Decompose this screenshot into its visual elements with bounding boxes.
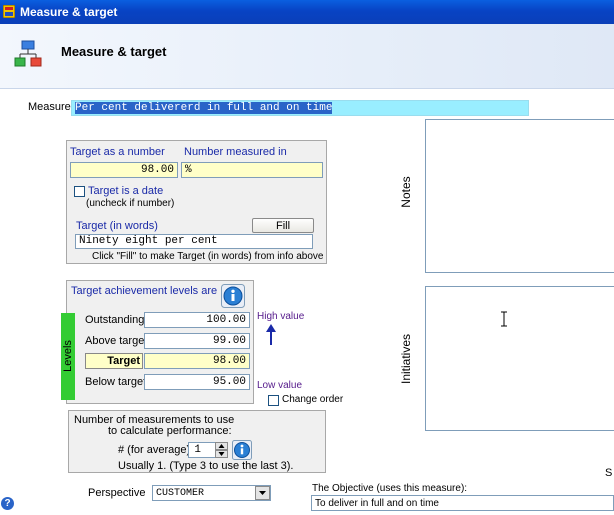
chevron-down-icon[interactable]	[255, 486, 270, 500]
level-below-label: Below target	[85, 376, 147, 388]
initiatives-label: Initiatives	[399, 333, 413, 385]
text-cursor-icon	[501, 311, 507, 327]
target-is-date-label: Target is a date	[88, 185, 164, 197]
perspective-label: Perspective	[88, 487, 146, 499]
fill-hint: Click "Fill" to make Target (in words) f…	[92, 251, 324, 262]
change-order-label: Change order	[282, 394, 344, 405]
level-outstanding-label: Outstanding	[85, 314, 145, 326]
page-title: Measure & target	[61, 44, 167, 59]
org-chart-icon	[14, 40, 42, 67]
help-button[interactable]: ?	[1, 497, 14, 510]
notes-textarea[interactable]	[425, 119, 614, 273]
level-target-input[interactable]: 98.00	[144, 353, 250, 369]
perspective-select[interactable]: CUSTOMER	[152, 485, 271, 501]
levels-tab-label: Levels	[62, 340, 74, 372]
measured-in-label: Number measured in	[184, 146, 287, 158]
avg-input[interactable]: 1	[188, 442, 218, 458]
app-icon	[3, 5, 15, 18]
target-words-input[interactable]: Ninety eight per cent	[75, 234, 313, 249]
measured-in-input[interactable]: %	[181, 162, 323, 178]
level-above-label: Above target	[85, 335, 148, 347]
measure-input[interactable]: Per cent delivererd in full and on time	[71, 100, 529, 116]
levels-heading: Target achievement levels are	[71, 285, 218, 297]
high-value-label: High value	[257, 311, 305, 322]
initiatives-textarea[interactable]	[425, 286, 614, 431]
target-number-label: Target as a number	[70, 146, 165, 158]
target-is-date-checkbox[interactable]	[74, 186, 85, 197]
level-above-input[interactable]: 99.00	[144, 333, 250, 349]
measure-input-value: Per cent delivererd in full and on time	[75, 102, 333, 114]
measurements-line2: to calculate performance:	[108, 425, 232, 437]
objective-label: The Objective (uses this measure):	[312, 483, 468, 494]
info-icon[interactable]	[221, 284, 245, 308]
avg-label: # (for average)	[118, 444, 191, 456]
target-words-label: Target (in words)	[76, 220, 158, 232]
uncheck-note: (uncheck if number)	[86, 198, 175, 209]
window-title: Measure & target	[20, 5, 118, 19]
info-small-icon[interactable]	[232, 440, 252, 460]
change-order-checkbox[interactable]	[268, 395, 279, 406]
usually-note: Usually 1. (Type 3 to use the last 3).	[118, 460, 294, 472]
arrow-up-icon	[266, 324, 276, 345]
fill-button[interactable]: Fill	[252, 218, 314, 233]
target-number-input[interactable]: 98.00	[70, 162, 178, 178]
level-below-input[interactable]: 95.00	[144, 374, 250, 390]
cut-off-label: S	[605, 467, 613, 479]
measure-label: Measure	[28, 101, 71, 113]
title-bar: Measure & target	[0, 0, 614, 24]
level-target-label: Target	[107, 355, 140, 367]
avg-stepper-icon[interactable]	[215, 442, 228, 458]
objective-input[interactable]: To deliver in full and on time	[311, 495, 614, 511]
low-value-label: Low value	[257, 380, 303, 391]
level-outstanding-input[interactable]: 100.00	[144, 312, 250, 328]
notes-label: Notes	[399, 176, 413, 208]
